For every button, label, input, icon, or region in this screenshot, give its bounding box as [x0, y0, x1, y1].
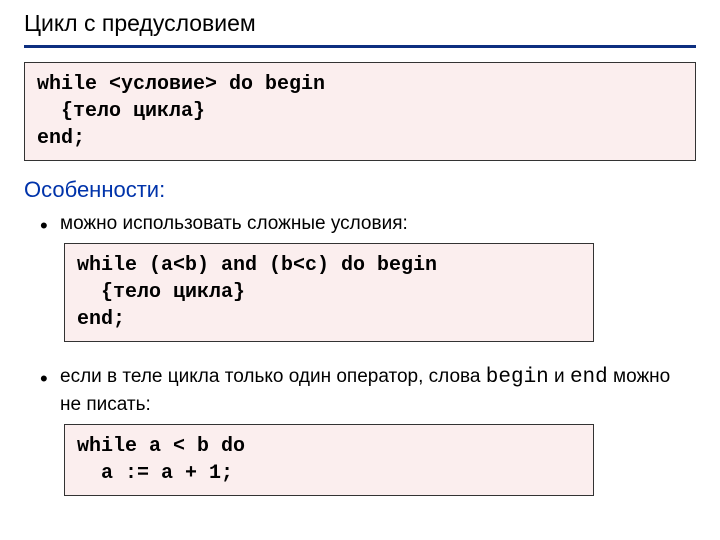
- bullet-single-statement: если в теле цикла только один оператор, …: [24, 364, 696, 418]
- code-block-short-example: while a < b do a := a + 1;: [64, 424, 594, 496]
- bullet-complex-conditions: можно использовать сложные условия:: [24, 211, 696, 237]
- bullet2-text-pre: если в теле цикла только один оператор, …: [60, 366, 486, 387]
- code-block-and-example: while (a<b) and (b<c) do begin {тело цик…: [64, 243, 594, 342]
- features-heading: Особенности:: [24, 177, 696, 203]
- keyword-end: end: [570, 366, 608, 389]
- bullet2-text-mid: и: [549, 366, 570, 387]
- page-title: Цикл с предусловием: [24, 10, 696, 48]
- code-block-syntax: while <условие> do begin {тело цикла} en…: [24, 62, 696, 161]
- keyword-begin: begin: [486, 366, 549, 389]
